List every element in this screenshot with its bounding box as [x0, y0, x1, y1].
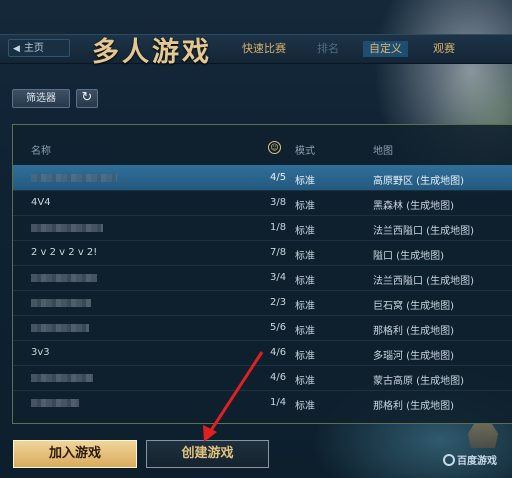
row-mode: 标准 — [295, 176, 315, 187]
table-row[interactable]: 4V4 3/8 标准 黑森林 (生成地图) — [13, 190, 512, 215]
table-row[interactable]: 1/8 标准 法兰西隘口 (生成地图) — [13, 215, 512, 240]
row-map: 黑森林 (生成地图) — [373, 201, 454, 212]
row-mode: 标准 — [295, 376, 315, 387]
row-divider — [13, 340, 512, 341]
column-header-mode[interactable]: 模式 — [295, 142, 315, 157]
row-map: 法兰西隘口 (生成地图) — [373, 226, 474, 237]
row-players: 5/6 — [270, 322, 287, 333]
row-mode: 标准 — [295, 201, 315, 212]
lobby-list-panel: 名称 ☺ 模式 地图 4/5 标准 高原野区 (生成地图) 4V4 3/8 标准 黑森林 (… — [12, 124, 512, 424]
refresh-button[interactable]: ↻ — [76, 89, 98, 108]
row-map: 法兰西隘口 (生成地图) — [373, 276, 474, 287]
row-map: 多瑙河 (生成地图) — [373, 351, 454, 362]
filter-button[interactable]: 筛选器 — [12, 89, 70, 108]
tab-spectate[interactable]: 观赛 — [426, 41, 462, 57]
table-row[interactable]: 4/6 标准 蒙古高原 (生成地图) — [13, 365, 512, 390]
column-header-map[interactable]: 地图 — [373, 142, 393, 157]
row-players: 2/3 — [270, 297, 287, 308]
row-divider — [13, 290, 512, 291]
row-players: 7/8 — [270, 247, 287, 258]
tab-custom[interactable]: 自定义 — [363, 41, 408, 57]
row-name-redacted — [31, 174, 117, 182]
row-divider — [13, 240, 512, 241]
row-name: 3v3 — [31, 347, 50, 358]
row-map: 蒙古高原 (生成地图) — [373, 376, 464, 387]
tab-ranked[interactable]: 排名 — [308, 41, 348, 57]
back-arrow-icon: ◀ — [13, 44, 20, 54]
table-header: 名称 ☺ 模式 地图 — [13, 137, 512, 159]
row-name-redacted — [31, 324, 89, 332]
page-title: 多人游戏 — [92, 37, 212, 68]
join-game-button[interactable]: 加入游戏 — [13, 440, 137, 468]
row-map: 隘口 (生成地图) — [373, 251, 444, 262]
table-row[interactable]: 3/4 标准 法兰西隘口 (生成地图) — [13, 265, 512, 290]
emblem-icon — [468, 424, 498, 448]
row-mode: 标准 — [295, 276, 315, 287]
row-name: 4V4 — [31, 197, 51, 208]
table-row[interactable]: 2/3 标准 巨石窝 (生成地图) — [13, 290, 512, 315]
row-players: 4/5 — [270, 172, 287, 183]
row-name-redacted — [31, 274, 97, 282]
row-name-redacted — [31, 299, 91, 307]
table-row[interactable]: 1/4 标准 那格利 (生成地图) — [13, 390, 512, 415]
row-players: 3/4 — [270, 272, 287, 283]
column-header-name[interactable]: 名称 — [31, 142, 51, 157]
row-divider — [13, 215, 512, 216]
row-divider — [13, 390, 512, 391]
row-mode: 标准 — [295, 251, 315, 262]
row-name-redacted — [31, 224, 103, 232]
row-players: 1/4 — [270, 397, 287, 408]
row-name-redacted — [31, 399, 79, 407]
row-map: 高原野区 (生成地图) — [373, 176, 464, 187]
row-divider — [13, 365, 512, 366]
row-mode: 标准 — [295, 351, 315, 362]
table-row[interactable]: 5/6 标准 那格利 (生成地图) — [13, 315, 512, 340]
row-divider — [13, 190, 512, 191]
row-divider — [13, 315, 512, 316]
row-name-redacted — [31, 374, 93, 382]
watermark-text: 百度游戏 — [457, 456, 497, 467]
row-players: 3/8 — [270, 197, 287, 208]
row-players: 4/6 — [270, 372, 287, 383]
row-players: 1/8 — [270, 222, 287, 233]
row-divider — [13, 265, 512, 266]
table-row[interactable]: 3v3 4/6 标准 多瑙河 (生成地图) — [13, 340, 512, 365]
refresh-icon: ↻ — [81, 90, 93, 105]
row-mode: 标准 — [295, 326, 315, 337]
row-mode: 标准 — [295, 301, 315, 312]
players-icon[interactable]: ☺ — [268, 141, 281, 154]
baidu-logo-icon — [443, 454, 455, 466]
table-row[interactable]: 4/5 标准 高原野区 (生成地图) — [13, 165, 512, 190]
row-mode: 标准 — [295, 401, 315, 412]
row-map: 那格利 (生成地图) — [373, 326, 454, 337]
tab-quick-match[interactable]: 快速比赛 — [238, 41, 290, 57]
create-game-button[interactable]: 创建游戏 — [146, 440, 269, 468]
table-row[interactable]: 2 v 2 v 2 v 2! 7/8 标准 隘口 (生成地图) — [13, 240, 512, 265]
home-label: 主页 — [23, 43, 44, 54]
watermark: 百度游戏 — [443, 452, 497, 467]
row-map: 那格利 (生成地图) — [373, 401, 454, 412]
row-map: 巨石窝 (生成地图) — [373, 301, 454, 312]
home-back-button[interactable]: ◀ 主页 — [8, 39, 70, 57]
row-name: 2 v 2 v 2 v 2! — [31, 247, 98, 258]
row-mode: 标准 — [295, 226, 315, 237]
row-players: 4/6 — [270, 347, 287, 358]
